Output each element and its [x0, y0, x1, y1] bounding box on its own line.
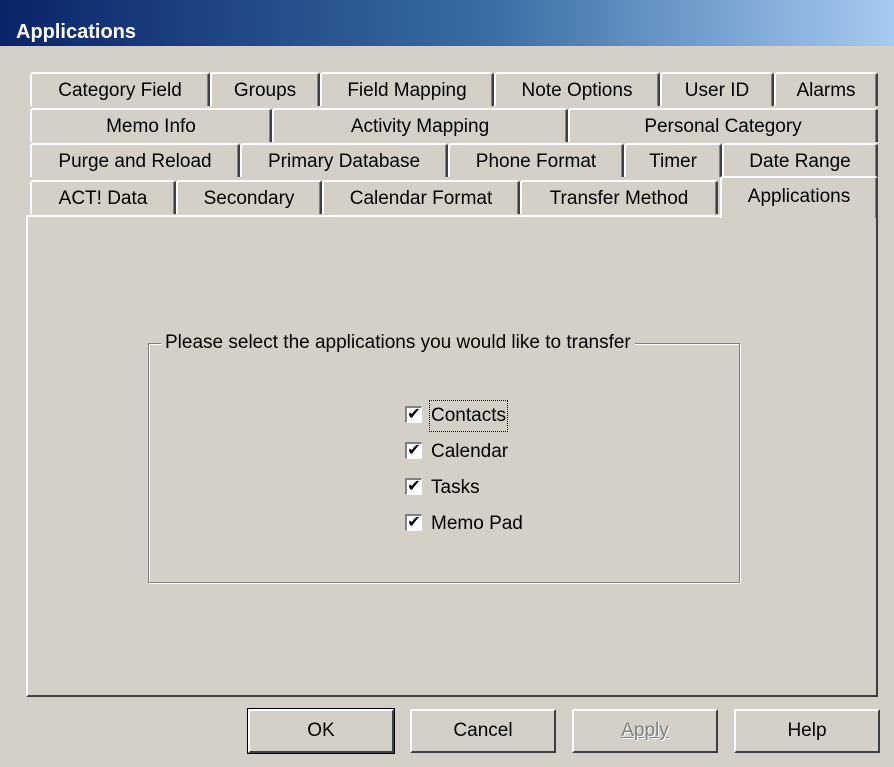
tab-applications[interactable]: Applications	[720, 176, 878, 218]
tab-category-field[interactable]: Category Field	[30, 72, 210, 106]
window-title: Applications	[16, 21, 137, 43]
tab-groups[interactable]: Groups	[210, 72, 320, 106]
memo-pad-label[interactable]: Memo Pad	[431, 510, 523, 538]
tab-date-range[interactable]: Date Range	[722, 143, 878, 177]
tab-purge-and-reload[interactable]: Purge and Reload	[30, 143, 240, 177]
apply-label: Apply	[621, 720, 669, 741]
help-button[interactable]: Help	[734, 709, 880, 753]
tab-act-data[interactable]: ACT! Data	[30, 180, 176, 214]
tab-transfer-method[interactable]: Transfer Method	[520, 180, 718, 214]
checkmark-icon[interactable]: ✔	[405, 406, 422, 423]
groupbox-legend: Please select the applications you would…	[161, 331, 635, 355]
tab-activity-mapping[interactable]: Activity Mapping	[272, 108, 568, 142]
tab-user-id[interactable]: User ID	[660, 72, 774, 106]
tab-alarms[interactable]: Alarms	[774, 72, 878, 106]
cancel-button[interactable]: Cancel	[410, 709, 556, 753]
tab-timer[interactable]: Timer	[624, 143, 722, 177]
contacts-label[interactable]: Contacts	[429, 400, 508, 432]
title-bar: Applications	[0, 0, 894, 46]
apply-button[interactable]: Apply	[572, 709, 718, 753]
checkmark-icon[interactable]: ✔	[405, 514, 422, 531]
tab-note-options[interactable]: Note Options	[494, 72, 660, 106]
tab-secondary[interactable]: Secondary	[176, 180, 322, 214]
checkmark-icon[interactable]: ✔	[405, 442, 422, 459]
applications-groupbox: Please select the applications you would…	[148, 331, 740, 583]
tab-calendar-format[interactable]: Calendar Format	[322, 180, 520, 214]
ok-button[interactable]: OK	[247, 708, 395, 754]
tab-panel-applications: Please select the applications you would…	[26, 215, 878, 697]
tab-personal-category[interactable]: Personal Category	[568, 108, 878, 142]
tab-field-mapping[interactable]: Field Mapping	[320, 72, 494, 106]
checkmark-icon[interactable]: ✔	[405, 478, 422, 495]
tab-memo-info[interactable]: Memo Info	[30, 108, 272, 142]
tab-phone-format[interactable]: Phone Format	[448, 143, 624, 177]
tasks-label[interactable]: Tasks	[431, 474, 480, 502]
calendar-label[interactable]: Calendar	[431, 438, 508, 466]
tab-primary-database[interactable]: Primary Database	[240, 143, 448, 177]
